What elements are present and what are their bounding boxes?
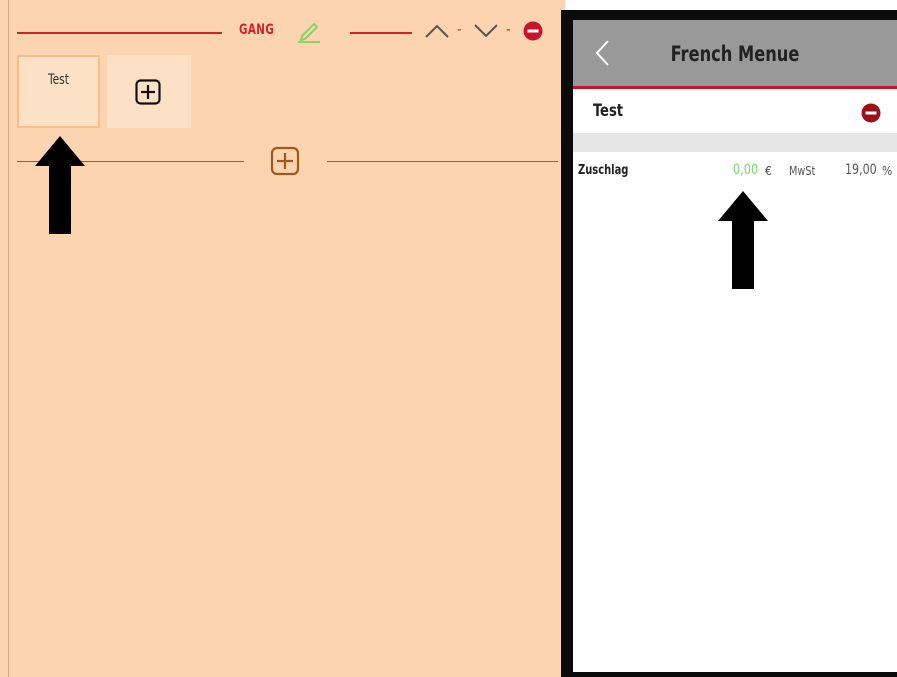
dish-tile-test[interactable]: Test — [17, 55, 100, 128]
percent-symbol: % — [882, 164, 893, 178]
course-separator-line-right — [327, 161, 558, 162]
chevron-down-icon[interactable] — [473, 22, 499, 40]
remove-dish-icon[interactable] — [861, 103, 881, 123]
surcharge-label: Zuschlag — [578, 163, 629, 178]
plus-box-icon — [135, 79, 161, 105]
dish-detail-panel: French Menue Test Zuschlag 0,00 € MwSt 1… — [573, 20, 897, 672]
arrow-up-annotation-icon — [718, 191, 768, 289]
vat-value-field[interactable]: 19,00 — [845, 162, 877, 178]
add-dish-button[interactable] — [107, 55, 191, 128]
dish-header-row: Test — [573, 89, 897, 133]
remove-course-icon[interactable] — [523, 21, 543, 41]
gang-header-line-right — [350, 32, 412, 34]
gang-header-line-left — [17, 32, 222, 34]
dish-tile-label: Test — [48, 72, 69, 88]
gang-label: GANG — [239, 22, 275, 38]
chevron-up-icon[interactable] — [424, 22, 450, 40]
panel-edge-divider — [8, 0, 9, 677]
vat-label: MwSt — [789, 164, 816, 178]
course-editor-panel: GANG - - Test — [0, 0, 565, 677]
page-title: French Menue — [670, 42, 800, 66]
surcharge-row: Zuschlag 0,00 € MwSt 19,00 % — [573, 152, 897, 190]
currency-symbol: € — [765, 164, 772, 178]
arrow-up-annotation-icon — [35, 136, 85, 234]
add-course-button[interactable] — [270, 146, 300, 176]
nav-bar: French Menue — [573, 20, 897, 89]
edit-pencil-icon[interactable] — [296, 17, 322, 43]
surcharge-value-field[interactable]: 0,00 — [733, 162, 758, 178]
plus-box-icon — [270, 146, 300, 176]
separator-dash: - — [506, 22, 511, 38]
dish-name: Test — [593, 101, 624, 121]
section-divider — [573, 133, 897, 152]
separator-dash: - — [457, 22, 462, 38]
